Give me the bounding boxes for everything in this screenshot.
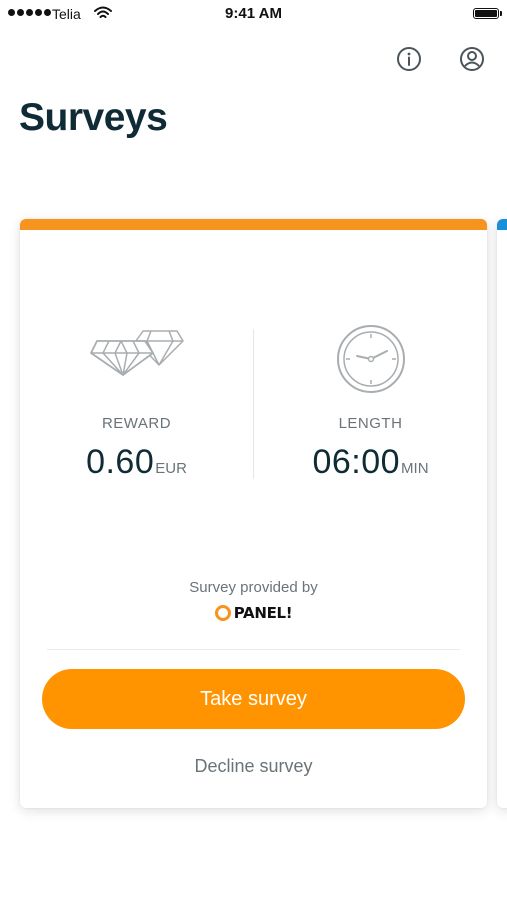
- reward-value: 0.60 EUR: [20, 443, 253, 482]
- diamond-icon: [20, 329, 253, 377]
- info-button[interactable]: [395, 46, 423, 77]
- provider-ring-icon: [214, 605, 231, 621]
- profile-icon: [459, 46, 485, 77]
- take-survey-button[interactable]: Take survey: [42, 669, 465, 729]
- battery-icon: [473, 8, 502, 19]
- provider-logo: PANEL!: [20, 604, 487, 622]
- length-unit: MIN: [401, 460, 429, 477]
- provided-by-label: Survey provided by: [189, 579, 318, 596]
- profile-button[interactable]: [458, 46, 486, 77]
- length-value: 06:00 MIN: [254, 443, 487, 482]
- info-icon: [396, 46, 422, 77]
- decline-survey-button[interactable]: Decline survey: [20, 756, 487, 777]
- card-divider: [47, 649, 460, 650]
- clock-icon: [254, 325, 487, 395]
- length-label: LENGTH: [338, 415, 403, 432]
- survey-card: REWARD 0.60 EUR LENGTH 06:00 MIN Survey …: [20, 219, 487, 808]
- reward-label: REWARD: [101, 415, 172, 432]
- status-bar: Telia 9:41 AM: [0, 0, 507, 28]
- status-time: 9:41 AM: [225, 5, 282, 22]
- page-title: Surveys: [19, 96, 168, 139]
- reward-currency: EUR: [155, 460, 187, 477]
- reward-amount: 0.60: [86, 443, 155, 481]
- card-accent-bar: [20, 219, 487, 230]
- next-card-accent-bar: [497, 219, 507, 230]
- provider-name: PANEL!: [233, 604, 293, 622]
- length-amount: 06:00: [312, 443, 401, 481]
- next-survey-card[interactable]: [497, 219, 507, 808]
